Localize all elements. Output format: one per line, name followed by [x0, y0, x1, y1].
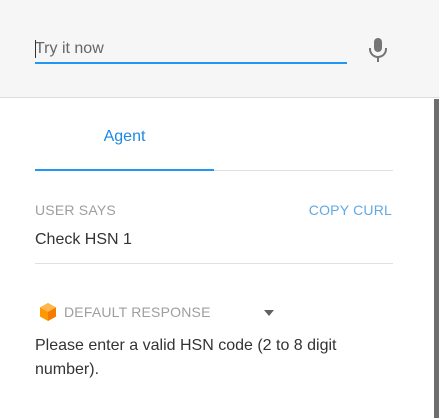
tab-agent-label: Agent	[103, 128, 146, 145]
microphone-icon[interactable]	[366, 36, 390, 64]
text-cursor	[35, 40, 36, 58]
default-response-text: Please enter a valid HSN code (2 to 8 di…	[35, 337, 337, 378]
scrollbar-thumb[interactable]	[434, 99, 439, 418]
try-it-panel: Agent USER SAYS COPY CURL Check HSN 1 DE…	[0, 0, 439, 418]
tab-agent[interactable]: Agent	[35, 118, 214, 170]
default-response-label: DEFAULT RESPONSE	[64, 304, 211, 320]
section-divider	[35, 263, 393, 264]
try-it-header	[0, 0, 439, 98]
cube-icon	[39, 302, 57, 322]
try-it-input[interactable]	[35, 36, 347, 64]
user-says-label: USER SAYS	[35, 202, 116, 218]
user-query-text: Check HSN 1	[35, 231, 132, 248]
copy-curl-link[interactable]: COPY CURL	[309, 202, 392, 218]
caret-down-icon[interactable]	[261, 306, 277, 320]
tab-active-indicator	[35, 169, 214, 171]
